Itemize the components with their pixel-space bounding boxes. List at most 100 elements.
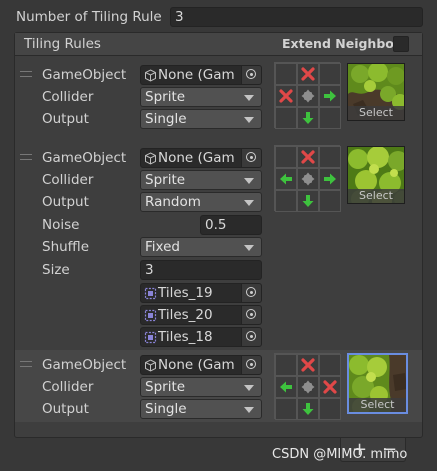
neighbor-cell[interactable] <box>319 168 341 190</box>
rule-2-sprite-preview[interactable]: Select <box>347 146 405 204</box>
neighbor-cell[interactable] <box>297 354 319 376</box>
cube-icon <box>145 359 156 372</box>
cube-icon <box>145 69 156 82</box>
rule-3-select-button[interactable]: Select <box>349 398 406 412</box>
center-tile-icon <box>301 172 315 186</box>
neighbor-cell[interactable] <box>319 398 341 420</box>
arrow-down-icon <box>301 111 315 125</box>
rule-2-size-label: Size <box>42 262 70 278</box>
rule-1-output-label: Output <box>42 111 89 127</box>
rule-3-gameobject-value: None (Gam <box>158 357 235 373</box>
rule-3-output-dropdown[interactable]: Single <box>140 399 262 419</box>
rule-1-drag-handle[interactable] <box>20 71 32 77</box>
sprite-icon <box>144 287 157 300</box>
rule-2-select-button[interactable]: Select <box>348 189 404 203</box>
neighbor-cell[interactable] <box>319 190 341 212</box>
rule-2-shuffle-value: Fixed <box>145 239 180 255</box>
object-picker-icon[interactable] <box>241 328 261 346</box>
neighbor-cell[interactable] <box>275 354 297 376</box>
neighbor-cell[interactable] <box>319 146 341 168</box>
rule-1-neighbor-grid <box>274 62 341 129</box>
center-tile-icon <box>301 89 315 103</box>
neighbor-cell[interactable] <box>319 85 341 107</box>
rule-2-sprite-3-field[interactable]: Tiles_18 <box>140 327 262 347</box>
center-tile-icon <box>301 380 315 394</box>
neighbor-cell[interactable] <box>297 168 319 190</box>
rule-2-output-dropdown[interactable]: Random <box>140 192 262 212</box>
neighbor-cell[interactable] <box>297 63 319 85</box>
chevron-down-icon <box>244 407 254 413</box>
arrow-left-icon <box>279 380 293 394</box>
object-picker-icon[interactable] <box>241 284 261 302</box>
chevron-down-icon <box>244 95 254 101</box>
x-icon <box>279 89 293 103</box>
object-picker-icon[interactable] <box>241 149 261 167</box>
neighbor-cell[interactable] <box>275 146 297 168</box>
rule-1-collider-label: Collider <box>42 89 94 105</box>
rule-2-sprite-1-value: Tiles_19 <box>158 285 213 301</box>
extend-neighbor-checkbox[interactable] <box>393 36 409 52</box>
rule-1-collider-value: Sprite <box>145 89 186 105</box>
sprite-icon <box>144 331 157 344</box>
neighbor-cell[interactable] <box>275 376 297 398</box>
neighbor-cell[interactable] <box>297 85 319 107</box>
rule-2-size-field[interactable]: 3 <box>140 260 262 280</box>
neighbor-cell[interactable] <box>275 107 297 129</box>
rule-2-sprite-1-field[interactable]: Tiles_19 <box>140 283 262 303</box>
rule-3-sprite-preview[interactable]: Select <box>347 353 408 414</box>
rule-2-gameobject-label: GameObject <box>42 150 127 166</box>
object-picker-icon[interactable] <box>241 356 261 374</box>
neighbor-cell[interactable] <box>319 376 341 398</box>
x-icon <box>301 67 315 81</box>
rule-1-output-dropdown[interactable]: Single <box>140 109 262 129</box>
chevron-down-icon <box>244 385 254 391</box>
rule-2-noise-field[interactable]: 0.5 <box>200 215 262 235</box>
neighbor-cell[interactable] <box>297 398 319 420</box>
tiling-rule-count-field[interactable]: 3 <box>170 7 423 27</box>
rule-3-drag-handle[interactable] <box>20 361 32 367</box>
neighbor-cell[interactable] <box>275 168 297 190</box>
neighbor-cell[interactable] <box>297 376 319 398</box>
rule-2-shuffle-dropdown[interactable]: Fixed <box>140 237 262 257</box>
neighbor-cell[interactable] <box>319 107 341 129</box>
rule-1-collider-dropdown[interactable]: Sprite <box>140 87 262 107</box>
rule-2-collider-dropdown[interactable]: Sprite <box>140 170 262 190</box>
rule-2-sprite-2-field[interactable]: Tiles_20 <box>140 305 262 325</box>
rule-1-select-button[interactable]: Select <box>348 106 404 120</box>
neighbor-cell[interactable] <box>275 63 297 85</box>
rule-1-output-value: Single <box>145 111 187 127</box>
rule-1-sprite-preview[interactable]: Select <box>347 63 405 121</box>
rule-2-gameobject-field[interactable]: None (Gam <box>140 148 262 168</box>
rule-1-gameobject-value: None (Gam <box>158 67 235 83</box>
rule-2-output-label: Output <box>42 194 89 210</box>
x-icon <box>301 358 315 372</box>
x-icon <box>301 150 315 164</box>
neighbor-cell[interactable] <box>275 85 297 107</box>
chevron-down-icon <box>244 178 254 184</box>
tiling-rule-count-label: Number of Tiling Rule <box>16 9 162 25</box>
rule-1-gameobject-label: GameObject <box>42 67 127 83</box>
neighbor-cell[interactable] <box>297 146 319 168</box>
rule-2-collider-value: Sprite <box>145 172 186 188</box>
rule-2-sprite-3-value: Tiles_18 <box>158 329 213 345</box>
rule-2-drag-handle[interactable] <box>20 154 32 160</box>
neighbor-cell[interactable] <box>275 398 297 420</box>
neighbor-cell[interactable] <box>297 190 319 212</box>
object-picker-icon[interactable] <box>241 306 261 324</box>
rule-3-collider-dropdown[interactable]: Sprite <box>140 377 262 397</box>
chevron-down-icon <box>244 200 254 206</box>
neighbor-cell[interactable] <box>319 354 341 376</box>
object-picker-icon[interactable] <box>241 66 261 84</box>
neighbor-cell[interactable] <box>319 63 341 85</box>
neighbor-cell[interactable] <box>275 190 297 212</box>
rule-3-neighbor-grid <box>274 353 341 420</box>
neighbor-cell[interactable] <box>297 107 319 129</box>
arrow-right-icon <box>323 89 337 103</box>
arrow-right-icon <box>323 172 337 186</box>
rule-1-gameobject-field[interactable]: None (Gam <box>140 65 262 85</box>
tiling-rules-title: Tiling Rules <box>24 36 101 52</box>
rule-2-output-value: Random <box>145 194 201 210</box>
rule-3-gameobject-field[interactable]: None (Gam <box>140 355 262 375</box>
cube-icon <box>145 152 156 165</box>
x-icon <box>323 380 337 394</box>
